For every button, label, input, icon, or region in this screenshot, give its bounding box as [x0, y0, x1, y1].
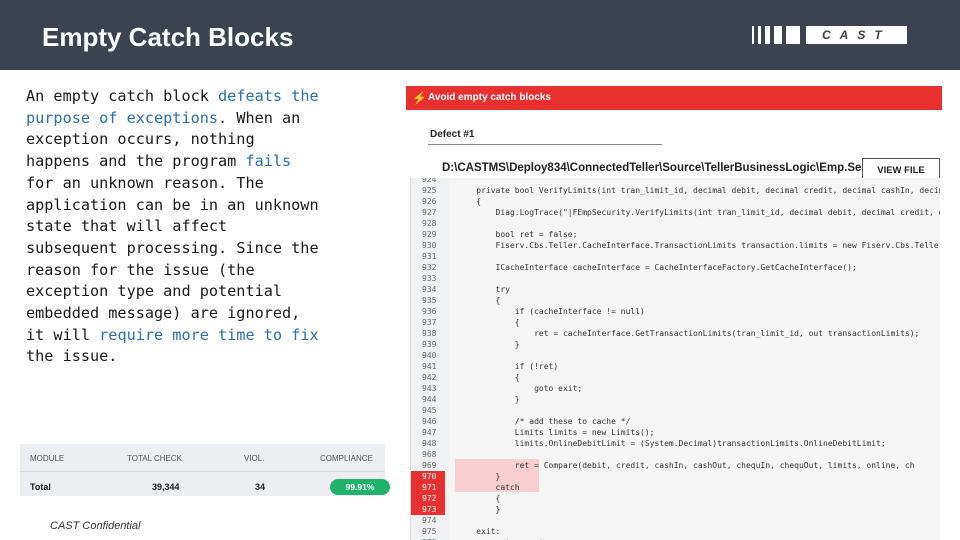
line-number: 929 [422, 230, 437, 239]
code-viewer[interactable]: 924 925 private bool VerifyLimits(int tra… [410, 178, 940, 540]
description-paragraph: An empty catch block defeats the purpose… [26, 86, 326, 368]
code-line: { [457, 296, 501, 305]
code-line: } [457, 395, 520, 404]
paragraph-text: An empty catch block [26, 87, 219, 105]
defect-label: Defect #1 [430, 129, 475, 140]
code-line: limits.OnlineDebitLimit = (System.Decima… [457, 439, 886, 448]
line-number: 932 [422, 263, 437, 272]
code-line: { [457, 373, 520, 382]
rule-name: Avoid empty catch blocks [428, 92, 551, 103]
code-line: Fiserv.Cbs.Teller.CacheInterface.Transac… [457, 241, 940, 250]
code-line: } [457, 472, 501, 481]
line-number: 968 [422, 450, 437, 459]
line-number: 931 [422, 252, 437, 261]
code-line: exit: [457, 527, 501, 536]
file-path: D:\CASTMS\Deploy834\ConnectedTeller\Sour… [442, 162, 891, 174]
line-number: 942 [422, 373, 437, 382]
line-number: 975 [422, 527, 437, 536]
cast-logo: CAST [752, 26, 907, 44]
line-number: 938 [422, 329, 437, 338]
code-line: } [457, 505, 501, 514]
code-line: ret = cacheInterface.GetTransactionLimit… [457, 329, 920, 338]
compliance-badge: 99.91% [330, 479, 390, 495]
line-number: 934 [422, 285, 437, 294]
code-line: catch [457, 483, 520, 492]
line-number: 925 [422, 186, 437, 195]
logo-stripe [758, 26, 761, 44]
line-number: 927 [422, 208, 437, 217]
divider [428, 144, 662, 145]
line-number: 939 [422, 340, 437, 349]
highlighted-text: require more time to fix [99, 325, 319, 344]
column-header-module: MODULE [30, 454, 65, 463]
line-number: 947 [422, 428, 437, 437]
rule-banner: ⚡ Avoid empty catch blocks [406, 86, 942, 110]
line-number: 935 [422, 296, 437, 305]
highlighted-text: fails [245, 152, 292, 171]
page-title: Empty Catch Blocks [42, 22, 294, 52]
logo-text: CAST [806, 26, 907, 44]
confidential-footer: CAST Confidential [50, 520, 141, 532]
code-line: } [457, 340, 520, 349]
code-line: Limits limits = new Limits(); [457, 428, 655, 437]
line-number: 946 [422, 417, 437, 426]
line-number: 924 [422, 178, 437, 184]
line-number: 941 [422, 362, 437, 371]
column-header-violations: VIOL. [244, 454, 265, 463]
code-line: bool ret = false; [457, 230, 578, 239]
line-number: 970 [411, 471, 445, 482]
logo-stripe [774, 26, 782, 44]
paragraph-text: for an unknown reason. The application c… [26, 173, 319, 344]
line-number: 971 [411, 482, 445, 493]
line-number: 937 [422, 318, 437, 327]
paragraph-text: the issue. [26, 347, 118, 366]
line-number: 944 [422, 395, 437, 404]
line-number: 930 [422, 241, 437, 250]
code-line: ret = Compare(debit, credit, cashIn, cas… [457, 461, 915, 470]
code-line: ICacheInterface cacheInterface = CacheIn… [457, 263, 857, 272]
total-check-value: 39,344 [152, 482, 180, 492]
column-header-compliance: COMPLIANCE [320, 454, 373, 463]
column-header-total-check: TOTAL CHECK [127, 454, 182, 463]
compliance-table: MODULE TOTAL CHECK VIOL. COMPLIANCE Tota… [20, 444, 390, 496]
code-line: { [457, 494, 501, 503]
code-line: Diag.LogTrace("|FEmpSecurity.VerifyLimit… [457, 208, 940, 217]
line-number: 936 [422, 307, 437, 316]
row-label: Total [30, 482, 51, 492]
code-line: /* add these to cache */ [457, 417, 631, 426]
line-number: 943 [422, 384, 437, 393]
code-line: try [457, 285, 510, 294]
code-line: if (!ret) [457, 362, 559, 371]
line-number: 973 [411, 504, 445, 515]
line-number: 926 [422, 197, 437, 206]
line-number: 969 [422, 461, 437, 470]
code-line: goto exit; [457, 384, 583, 393]
line-number: 974 [422, 516, 437, 525]
code-line: if (cacheInterface != null) [457, 307, 645, 316]
line-number: 928 [422, 219, 437, 228]
line-number: 948 [422, 439, 437, 448]
line-number: 940 [422, 351, 437, 360]
violations-value: 34 [255, 482, 266, 492]
bolt-icon: ⚡ [412, 91, 427, 105]
logo-stripe [765, 26, 770, 44]
logo-stripe [786, 26, 800, 44]
code-line: { [457, 318, 520, 327]
logo-stripe [752, 26, 754, 44]
line-number: 933 [422, 274, 437, 283]
title-bar: Empty Catch Blocks CAST [0, 0, 960, 70]
code-line: { [457, 197, 482, 206]
table-header-row: MODULE TOTAL CHECK VIOL. COMPLIANCE [20, 444, 385, 472]
line-number: 972 [411, 493, 445, 504]
line-number: 945 [422, 406, 437, 415]
code-line: private bool VerifyLimits(int tran_limit… [457, 186, 940, 195]
